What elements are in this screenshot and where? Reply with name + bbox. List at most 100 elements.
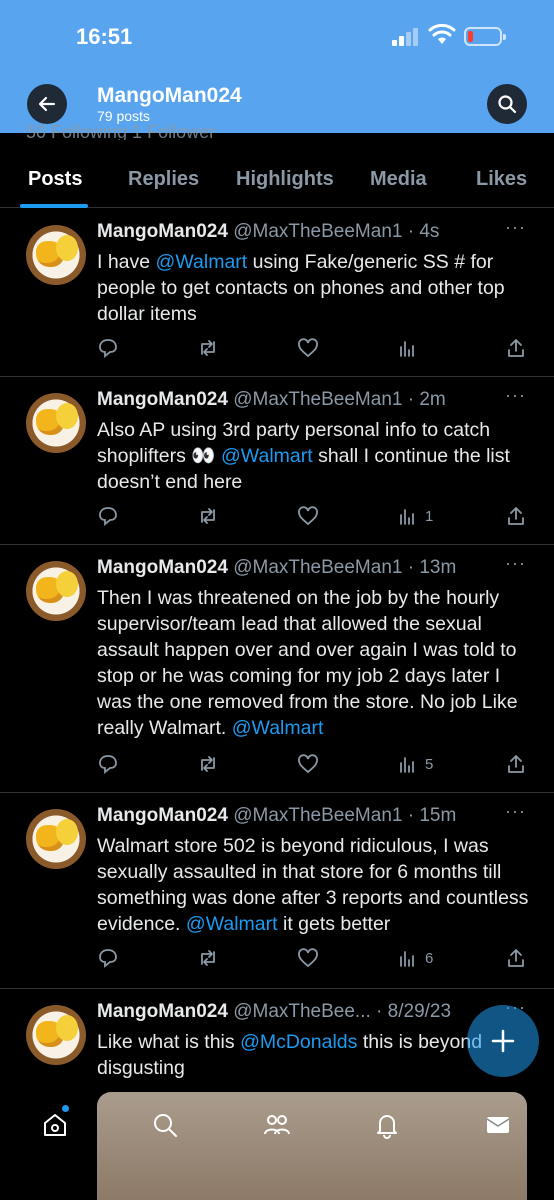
share-button[interactable] [505, 505, 527, 527]
mention-link[interactable]: @Walmart [221, 445, 313, 467]
avatar[interactable] [26, 561, 86, 621]
battery-icon [464, 27, 506, 46]
more-options-button[interactable]: ··· [505, 553, 526, 574]
repost-button[interactable] [197, 947, 219, 969]
post-author-name[interactable]: MangoMan024 [97, 389, 228, 410]
post-text: Walmart store 502 is beyond ridiculous, … [97, 833, 537, 937]
repost-button[interactable] [197, 753, 219, 775]
share-icon [508, 507, 524, 525]
communities-tab[interactable] [262, 1110, 292, 1140]
post-handle-time: @MaxTheBeeMan1 · 15m [233, 805, 457, 826]
post-text-segment: it gets better [277, 913, 391, 935]
views-icon [400, 951, 414, 967]
tab-replies[interactable]: Replies [128, 168, 199, 191]
wifi-icon [428, 24, 456, 44]
views-button[interactable] [397, 337, 425, 359]
views-button[interactable]: 1 [397, 505, 433, 527]
retweet-icon [201, 950, 215, 966]
post-actions: 6 [97, 947, 537, 971]
avatar[interactable] [26, 393, 86, 453]
media-preview-overlay [97, 1092, 527, 1200]
mention-link[interactable]: @Walmart [156, 251, 248, 273]
like-icon [298, 948, 318, 968]
avatar[interactable] [26, 809, 86, 869]
like-button[interactable] [297, 947, 319, 969]
tab-highlights[interactable]: Highlights [236, 168, 334, 191]
post-author-name[interactable]: MangoMan024 [97, 1001, 228, 1022]
post-handle-time: @MaxTheBeeMan1 · 13m [233, 557, 457, 578]
views-count: 5 [425, 755, 434, 773]
reply-button[interactable] [97, 947, 119, 969]
post-author-name[interactable]: MangoMan024 [97, 557, 228, 578]
search-button[interactable] [487, 84, 527, 124]
share-button[interactable] [505, 753, 527, 775]
views-button[interactable]: 5 [397, 753, 433, 775]
post-header: MangoMan024 @MaxTheBeeMan1 · 4s [97, 221, 439, 243]
views-icon [400, 757, 414, 773]
more-options-button[interactable]: ··· [505, 217, 526, 238]
share-button[interactable] [505, 337, 527, 359]
reply-button[interactable] [97, 337, 119, 359]
reply-icon [99, 507, 117, 526]
like-button[interactable] [297, 753, 319, 775]
explore-icon [154, 1114, 177, 1137]
profile-tabs: Posts Replies Highlights Media Likes [0, 160, 554, 208]
post-text: I have @Walmart using Fake/generic SS # … [97, 249, 537, 327]
mention-link[interactable]: @Walmart [186, 913, 278, 935]
views-icon [400, 509, 414, 525]
mention-link[interactable]: @Walmart [232, 717, 324, 739]
home-tab[interactable] [40, 1110, 70, 1140]
like-button[interactable] [297, 337, 319, 359]
notifications-icon [377, 1115, 397, 1139]
share-button[interactable] [505, 947, 527, 969]
compose-button[interactable] [467, 1005, 539, 1077]
retweet-icon [201, 756, 215, 772]
back-button[interactable] [27, 84, 67, 124]
explore-tab[interactable] [150, 1110, 180, 1140]
post-actions: 5 [97, 753, 537, 777]
profile-name: MangoMan024 [97, 84, 242, 107]
post-handle-time: @MaxTheBeeMan1 · 4s [233, 221, 440, 242]
views-count: 6 [425, 949, 434, 967]
post-item[interactable]: MangoMan024 @MaxTheBeeMan1 · 13m ··· Then … [0, 545, 554, 793]
retweet-icon [201, 340, 215, 356]
communities-icon [264, 1115, 290, 1135]
reply-button[interactable] [97, 505, 119, 527]
repost-button[interactable] [197, 505, 219, 527]
tab-media[interactable]: Media [370, 168, 427, 191]
views-icon [400, 341, 414, 357]
post-text-segment: Like what is this [97, 1031, 241, 1053]
post-header: MangoMan024 @MaxTheBeeMan1 · 2m [97, 389, 446, 411]
post-header: MangoMan024 @MaxTheBeeMan1 · 15m [97, 805, 456, 827]
repost-button[interactable] [197, 337, 219, 359]
post-handle-time: @MaxTheBeeMan1 · 2m [233, 389, 446, 410]
reply-icon [99, 339, 117, 358]
status-time: 16:51 [76, 24, 133, 49]
like-button[interactable] [297, 505, 319, 527]
like-icon [298, 754, 318, 774]
search-icon [498, 95, 517, 114]
reply-button[interactable] [97, 753, 119, 775]
like-icon [298, 338, 318, 358]
follow-counts[interactable]: 50 Following 1 Follower [26, 122, 215, 140]
views-button[interactable]: 6 [397, 947, 433, 969]
post-item[interactable]: MangoMan024 @MaxTheBeeMan1 · 15m ··· Walma… [0, 793, 554, 989]
avatar[interactable] [26, 225, 86, 285]
post-author-name[interactable]: MangoMan024 [97, 805, 228, 826]
post-item[interactable]: MangoMan024 @MaxTheBeeMan1 · 2m ··· Also A… [0, 377, 554, 545]
more-options-button[interactable]: ··· [505, 385, 526, 406]
messages-tab[interactable] [483, 1110, 513, 1140]
share-icon [508, 755, 524, 773]
more-options-button[interactable]: ··· [505, 801, 526, 822]
tab-likes[interactable]: Likes [476, 168, 527, 191]
compose-icon [491, 1029, 515, 1053]
post-item[interactable]: MangoMan024 @MaxTheBeeMan1 · 4s ··· I have… [0, 209, 554, 377]
mention-link[interactable]: @McDonalds [240, 1031, 357, 1053]
tab-posts[interactable]: Posts [28, 168, 82, 191]
post-author-name[interactable]: MangoMan024 [97, 221, 228, 242]
notifications-tab[interactable] [372, 1110, 402, 1140]
post-header: MangoMan024 @MaxTheBee... · 8/29/23 [97, 1001, 451, 1023]
post-text-segment: I have [97, 251, 156, 273]
post-text: Then I was threatened on the job by the … [97, 585, 537, 741]
avatar[interactable] [26, 1005, 86, 1065]
